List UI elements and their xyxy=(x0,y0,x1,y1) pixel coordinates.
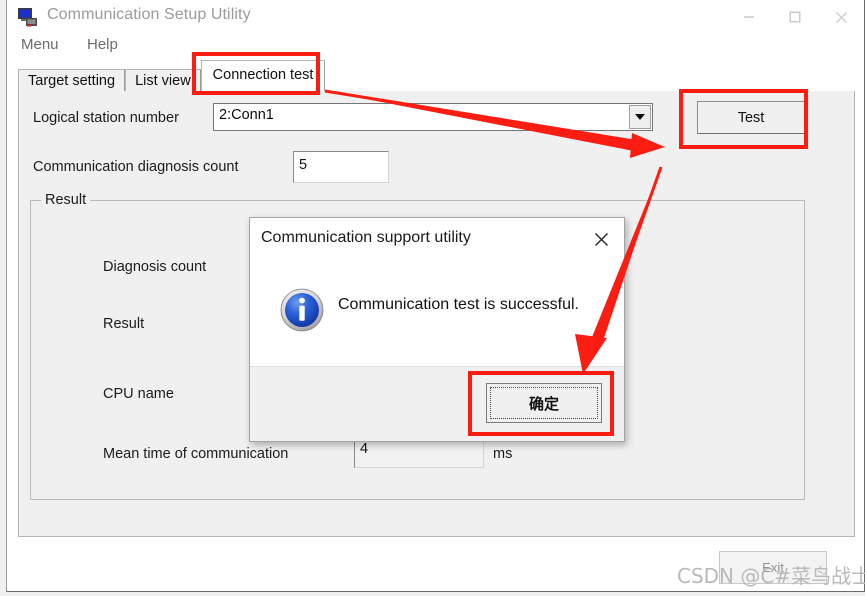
window-controls xyxy=(726,0,864,34)
menu-item-menu[interactable]: Menu xyxy=(19,34,69,55)
communication-diagnosis-count-label: Communication diagnosis count xyxy=(33,159,239,175)
window-title: Communication Setup Utility xyxy=(47,6,251,23)
close-icon[interactable] xyxy=(818,0,864,34)
communication-support-utility-dialog: Communication support utility Communicat… xyxy=(249,217,625,442)
dialog-footer: 确定 xyxy=(250,366,624,441)
logical-station-number-label: Logical station number xyxy=(33,110,179,126)
tab-strip: Target setting List view Connection test xyxy=(18,60,855,92)
result-group-title: Result xyxy=(41,192,91,208)
test-button[interactable]: Test xyxy=(697,101,805,134)
maximize-icon[interactable] xyxy=(772,0,818,34)
test-button-label: Test xyxy=(737,109,765,126)
title-bar: Communication Setup Utility xyxy=(7,0,864,34)
tab-list-view[interactable]: List view xyxy=(125,69,201,91)
communication-diagnosis-count-value: 5 xyxy=(299,157,308,173)
logical-station-number-value: 2:Conn1 xyxy=(219,107,274,123)
communication-diagnosis-count-input[interactable]: 5 xyxy=(293,151,389,183)
info-icon xyxy=(280,288,324,332)
screenshot-root: Communication Setup Utility Menu Help Ta… xyxy=(0,0,865,596)
cpu-name-label: CPU name xyxy=(103,386,174,402)
logical-station-number-combo[interactable]: 2:Conn1 xyxy=(213,103,653,131)
mean-time-of-communication-output: 4 xyxy=(354,438,484,468)
dialog-message: Communication test is successful. xyxy=(338,296,579,313)
menu-bar: Menu Help xyxy=(7,34,864,60)
menu-item-help[interactable]: Help xyxy=(85,34,128,55)
dialog-title: Communication support utility xyxy=(261,229,471,246)
result-label: Result xyxy=(103,316,145,332)
mean-time-of-communication-label: Mean time of communication xyxy=(103,446,289,462)
tab-target-setting[interactable]: Target setting xyxy=(18,69,126,91)
dialog-close-icon[interactable] xyxy=(584,224,618,254)
dialog-body: Communication test is successful. xyxy=(250,264,624,368)
mean-time-of-communication-value: 4 xyxy=(360,441,369,457)
diagnosis-count-label: Diagnosis count xyxy=(103,259,207,275)
mean-time-unit-label: ms xyxy=(493,446,513,462)
dialog-ok-button[interactable]: 确定 xyxy=(486,383,602,423)
computer-network-icon xyxy=(17,7,39,27)
minimize-icon[interactable] xyxy=(726,0,772,34)
tab-connection-test[interactable]: Connection test xyxy=(200,60,326,91)
csdn-watermark: CSDN @C#菜鸟战士 xyxy=(677,564,865,588)
chevron-down-icon[interactable] xyxy=(629,105,651,129)
dialog-ok-button-label: 确定 xyxy=(528,395,559,413)
